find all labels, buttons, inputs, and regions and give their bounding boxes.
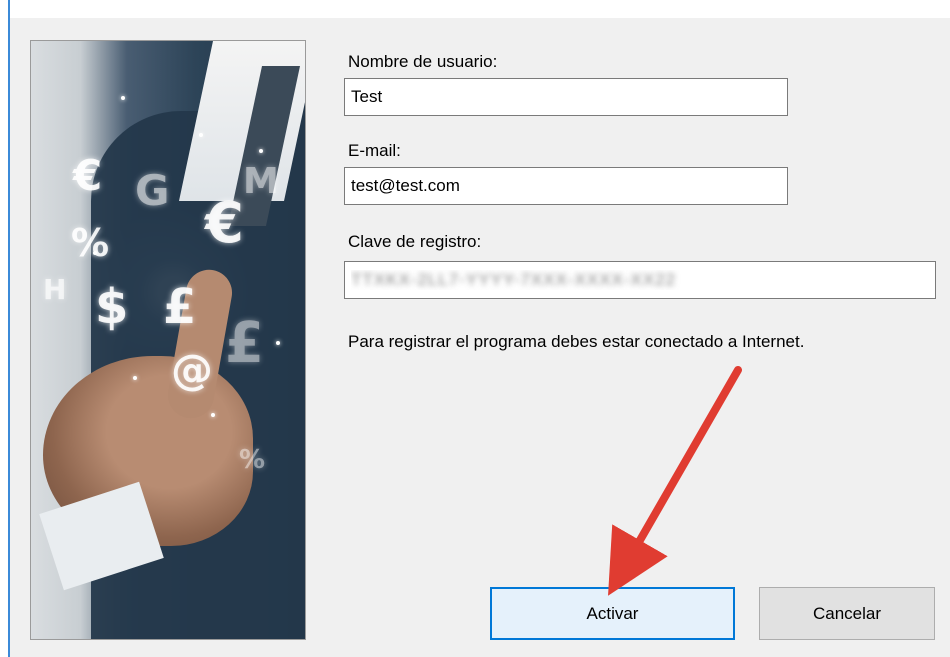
pound-large-symbol-icon: £ — [225, 311, 264, 376]
sparkle-dot — [199, 133, 203, 137]
email-field[interactable] — [344, 167, 788, 205]
euro-large-symbol-icon: € — [205, 191, 244, 256]
sparkle-dot — [211, 413, 215, 417]
sparkle-dot — [276, 341, 280, 345]
activate-button[interactable]: Activar — [490, 587, 735, 640]
sparkle-dot — [121, 96, 125, 100]
cancel-button[interactable]: Cancelar — [759, 587, 935, 640]
letter-h-symbol: H — [43, 273, 67, 306]
promo-image: € G % H $ £ @ € £ M % — [30, 40, 306, 640]
pound-symbol-icon: £ — [163, 279, 197, 335]
internet-required-notice: Para registrar el programa debes estar c… — [348, 332, 805, 351]
letter-m-symbol: M — [243, 161, 279, 202]
sparkle-dot — [133, 376, 137, 380]
percent-small-symbol-icon: % — [239, 445, 266, 475]
email-label: E-mail: — [348, 141, 401, 160]
sparkle-dot — [93, 251, 97, 255]
letter-g-symbol: G — [135, 166, 170, 215]
username-label: Nombre de usuario: — [348, 52, 498, 71]
registration-key-label: Clave de registro: — [348, 232, 482, 251]
window-top-strip — [0, 0, 950, 18]
registration-key-field[interactable] — [344, 261, 936, 299]
percent-symbol-icon: % — [71, 221, 110, 265]
euro-symbol-icon: € — [73, 151, 103, 200]
dollar-symbol-icon: $ — [95, 279, 129, 335]
sparkle-dot — [259, 149, 263, 153]
username-field[interactable] — [344, 78, 788, 116]
at-symbol-icon: @ — [171, 345, 213, 394]
window-border — [8, 0, 10, 657]
